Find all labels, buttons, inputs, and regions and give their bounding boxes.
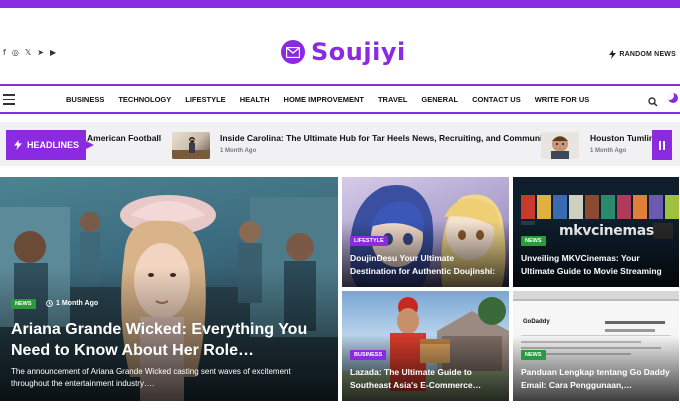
headlines-ticker: HEADLINES American Football Inside Carol… [0,122,680,166]
top-accent-bar [0,0,680,8]
ticker-item-date: 1 Month Ago [220,148,257,154]
ticker-item-title[interactable]: Houston Tumlin: [590,133,657,143]
nav-item-health[interactable]: HEALTH [240,95,270,104]
featured-article-card[interactable]: NEWS 1 Month Ago Ariana Grande Wicked: E… [0,177,338,401]
headlines-text: HEADLINES [27,140,80,150]
category-badge[interactable]: LIFESTYLE [350,236,388,246]
article-card[interactable]: mkvcinemas NEWS Unveiling MKVCinemas: Yo… [513,177,679,287]
x-icon[interactable]: 𝕏 [25,48,31,58]
category-badge[interactable]: NEWS [521,350,546,360]
social-links: f ◎ 𝕏 ➤ ▶ [3,48,56,58]
article-card[interactable]: GoDaddy NEWS Panduan Lengkap tentang Go … [513,291,679,401]
facebook-icon[interactable]: f [3,48,6,58]
site-logo[interactable]: Soujiyi [281,38,406,66]
envelope-icon [281,40,305,64]
random-news-link[interactable]: RANDOM NEWS [609,50,676,59]
article-title[interactable]: Panduan Lengkap tentang Go Daddy Email: … [521,366,671,392]
ticker-item-date: 1 Month Ago [590,148,627,154]
headlines-label: HEADLINES [6,130,94,160]
youtube-icon[interactable]: ▶ [50,48,56,58]
lightning-icon [609,50,617,59]
main-nav: BUSINESS TECHNOLOGY LIFESTYLE HEALTH HOM… [0,84,680,114]
post-date-text: 1 Month Ago [56,300,99,307]
godaddy-logo: GoDaddy [523,319,550,325]
article-title[interactable]: Lazada: The Ultimate Guide to Southeast … [350,366,500,392]
lightning-icon [14,140,22,150]
ticker-item-title[interactable]: American Football [87,133,161,143]
nav-menu: BUSINESS TECHNOLOGY LIFESTYLE HEALTH HOM… [66,95,589,104]
post-date: 1 Month Ago [46,300,98,307]
instagram-icon[interactable]: ◎ [12,48,19,58]
article-title[interactable]: DoujinDesu Your Ultimate Destination for… [350,252,500,278]
nav-item-general[interactable]: GENERAL [421,95,458,104]
site-header: f ◎ 𝕏 ➤ ▶ Soujiyi RANDOM NEWS [0,8,680,84]
category-badge[interactable]: NEWS [11,299,36,309]
random-news-label: RANDOM NEWS [619,51,676,58]
ticker-thumbnail[interactable] [172,132,210,159]
search-icon[interactable] [648,94,658,112]
article-title[interactable]: Ariana Grande Wicked: Everything You Nee… [11,319,311,361]
brand-name: Soujiyi [311,38,406,66]
pause-button[interactable] [652,130,672,160]
nav-item-lifestyle[interactable]: LIFESTYLE [185,95,225,104]
article-card[interactable]: BUSINESS Lazada: The Ultimate Guide to S… [342,291,509,401]
nav-item-home-improvement[interactable]: HOME IMPROVEMENT [284,95,364,104]
nav-item-write-for-us[interactable]: WRITE FOR US [535,95,590,104]
clock-icon [46,300,53,307]
article-excerpt: The announcement of Ariana Grande Wicked… [11,367,291,388]
category-badge[interactable]: BUSINESS [350,350,387,360]
telegram-icon[interactable]: ➤ [37,48,44,58]
article-card[interactable]: LIFESTYLE DoujinDesu Your Ultimate Desti… [342,177,509,287]
nav-item-travel[interactable]: TRAVEL [378,95,407,104]
menu-icon[interactable] [3,94,15,105]
nav-item-contact-us[interactable]: CONTACT US [472,95,521,104]
ticker-thumbnail[interactable] [541,132,579,159]
ticker-item-title[interactable]: Inside Carolina: The Ultimate Hub for Ta… [220,133,550,143]
dark-mode-icon[interactable] [668,93,678,103]
nav-item-business[interactable]: BUSINESS [66,95,104,104]
article-title[interactable]: Unveiling MKVCinemas: Your Ultimate Guid… [521,252,671,278]
nav-item-technology[interactable]: TECHNOLOGY [118,95,171,104]
category-badge[interactable]: NEWS [521,236,546,246]
